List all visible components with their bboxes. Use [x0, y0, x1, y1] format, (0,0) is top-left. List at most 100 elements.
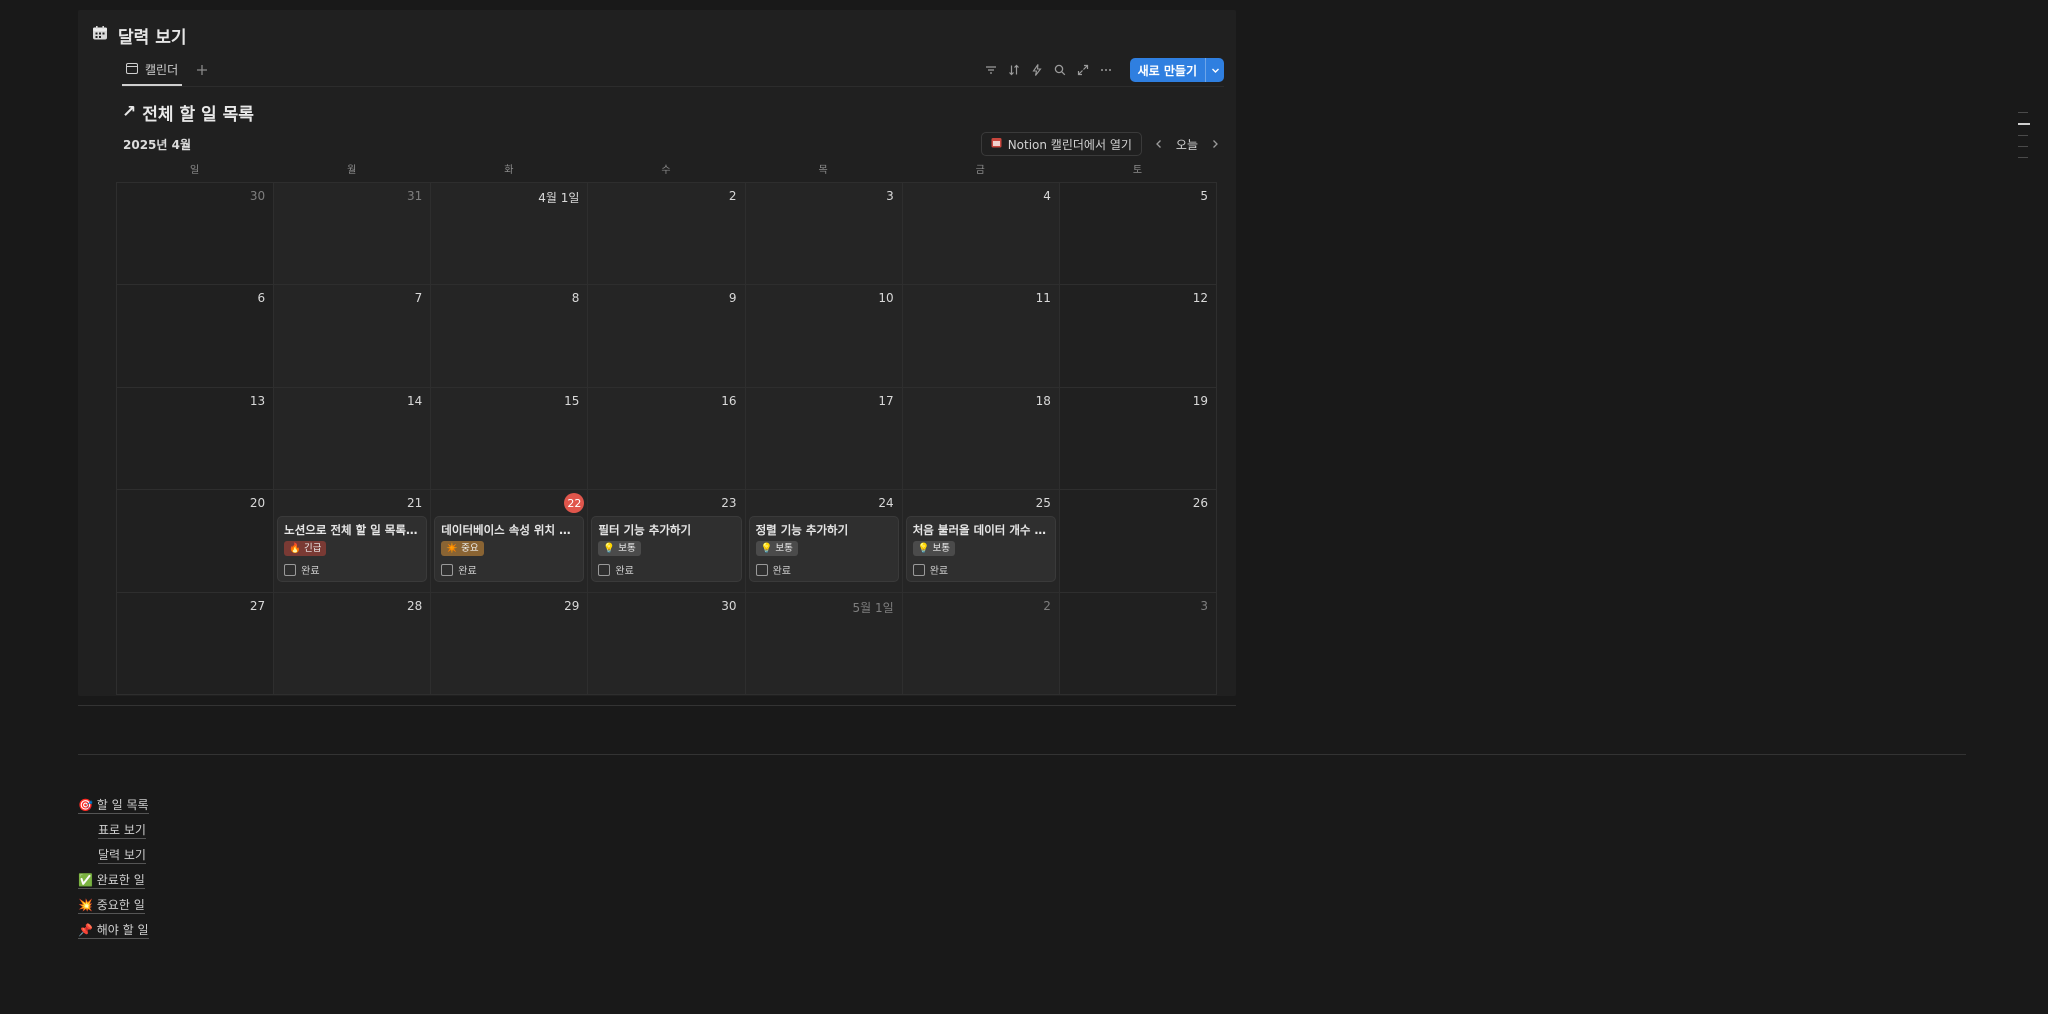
page-link-label: 달력 보기 [98, 847, 146, 864]
calendar-day-cell[interactable]: 4 [902, 183, 1060, 286]
calendar-day-cell[interactable]: 14 [274, 387, 432, 491]
done-checkbox[interactable]: 완료 [441, 562, 477, 578]
calendar-day-cell[interactable]: 24 정렬 기능 추가하기 💡 보통 완료 [745, 490, 903, 593]
outline-line[interactable] [2018, 112, 2028, 113]
calendar-day-cell[interactable]: 23 필터 기능 추가하기 💡 보통 완료 [588, 490, 746, 593]
day-number: 24 [878, 496, 894, 511]
done-checkbox[interactable]: 완료 [598, 562, 634, 578]
day-number: 28 [407, 598, 423, 613]
priority-tag: 💡 보통 [598, 541, 641, 557]
today-button[interactable]: 오늘 [1176, 136, 1198, 153]
calendar-day-cell[interactable]: 17 [745, 387, 903, 491]
month-label: 2025년 4월 [123, 138, 192, 152]
add-view-plus-icon[interactable] [194, 62, 210, 78]
today-day-number: 22 [564, 493, 585, 514]
calendar-day-cell[interactable]: 5 [1059, 183, 1217, 286]
calendar-icon [92, 25, 108, 46]
calendar-day-cell[interactable]: 21 노션으로 전체 할 일 목록 만... 🔥 긴급 완료 [274, 490, 432, 593]
event-title: 정렬 기능 추가하기 [755, 523, 849, 538]
page-link[interactable]: 💥 중요한 일 [78, 892, 149, 917]
lightning-icon[interactable] [1030, 63, 1044, 77]
calendar-panel: 달력 보기 캘린더 새로 만들기 ↗ 전체 할 일 목록 2025년 4월 No… [78, 10, 1236, 696]
done-checkbox[interactable]: 완료 [284, 562, 320, 577]
event-card[interactable]: 노션으로 전체 할 일 목록 만... 🔥 긴급 완료 [278, 517, 427, 582]
new-button[interactable]: 새로 만들기 [1129, 58, 1224, 82]
checkbox-square[interactable] [598, 563, 611, 576]
event-card[interactable]: 정렬 기능 추가하기 💡 보통 완료 [749, 517, 898, 582]
expand-icon[interactable] [1076, 63, 1090, 77]
done-checkbox[interactable]: 완료 [912, 562, 948, 577]
page-link[interactable]: 🎯 할 일 목록 [78, 792, 149, 817]
calendar-day-cell[interactable]: 6 [117, 285, 275, 388]
calendar-day-cell[interactable]: 8 [431, 285, 589, 388]
weekday-label: 금 [975, 165, 985, 176]
calendar-day-cell[interactable]: 13 [117, 387, 275, 491]
chevron-right-icon[interactable] [1208, 137, 1222, 151]
checkbox-label: 완료 [458, 566, 477, 578]
event-card[interactable]: 필터 기능 추가하기 💡 보통완료 [592, 517, 741, 582]
calendar-day-cell[interactable]: 18 [902, 387, 1060, 491]
chevron-left-icon[interactable] [1152, 137, 1166, 151]
tab-calendar[interactable]: 캘린더 [122, 54, 183, 86]
calendar-day-cell[interactable]: 30 [117, 183, 275, 286]
calendar-day-cell[interactable]: 2 [588, 183, 746, 286]
priority-tag: 🔥 긴급 [284, 541, 327, 557]
event-title: 필터 기능 추가하기 [598, 523, 692, 538]
outline-minimap[interactable] [2018, 112, 2032, 168]
calendar-day-cell[interactable]: 2 [902, 592, 1060, 695]
page-link[interactable]: ✅ 완료한 일 [78, 867, 149, 892]
view-toolbar: 캘린더 새로 만들기 [122, 54, 1224, 87]
event-card[interactable]: 데이터베이스 속성 위치 변... ✴️ 중요 완료 [435, 517, 584, 582]
outline-line[interactable] [2018, 146, 2028, 147]
day-number: 6 [257, 291, 266, 306]
page-link-label: 📌 해야 할 일 [78, 922, 149, 939]
calendar-day-cell[interactable]: 20 [117, 490, 275, 593]
more-icon[interactable] [1099, 63, 1113, 77]
divider [78, 754, 1966, 755]
event-card[interactable]: 처음 불러올 데이터 개수 지... 💡 보통 완료 [906, 517, 1055, 582]
chevron-down-icon[interactable] [1205, 58, 1224, 82]
filter-icon[interactable] [984, 63, 998, 77]
open-in-notion-calendar-button[interactable]: Notion 캘린더에서 열기 [980, 132, 1142, 156]
calendar-day-cell[interactable]: 25 처음 불러올 데이터 개수 지... 💡 보통 완료 [902, 490, 1060, 593]
page-link[interactable]: 📌 해야 할 일 [78, 917, 149, 942]
database-title[interactable]: ↗ 전체 할 일 목록 [122, 100, 254, 125]
page-link[interactable]: 달력 보기 [78, 842, 149, 867]
checkbox-square[interactable] [912, 563, 925, 576]
calendar-day-cell[interactable]: 11 [902, 285, 1060, 388]
calendar-day-cell[interactable]: 29 [431, 592, 589, 695]
day-number: 14 [407, 393, 423, 408]
calendar-day-cell[interactable]: 19 [1059, 387, 1217, 491]
calendar-day-cell[interactable]: 31 [274, 183, 432, 286]
done-checkbox[interactable]: 완료 [755, 562, 791, 577]
search-icon[interactable] [1053, 63, 1067, 77]
calendar-day-cell[interactable]: 3 [1059, 592, 1217, 695]
calendar-day-cell[interactable]: 5월 1일 [745, 592, 903, 695]
calendar-day-cell[interactable]: 22 데이터베이스 속성 위치 변... ✴️ 중요 완료 [431, 490, 589, 593]
checkbox-square[interactable] [284, 563, 297, 576]
calendar-day-cell[interactable]: 28 [274, 592, 432, 695]
page-link[interactable]: 표로 보기 [78, 817, 149, 842]
outline-line[interactable] [2018, 157, 2028, 158]
calendar-day-cell[interactable]: 27 [117, 592, 275, 695]
checkbox-label: 완료 [615, 566, 634, 578]
calendar-day-cell[interactable]: 10 [745, 285, 903, 388]
day-number: 13 [249, 393, 266, 408]
calendar-day-cell[interactable]: 9 [588, 285, 746, 388]
calendar-day-cell[interactable]: 16 [588, 387, 746, 491]
checkbox-square[interactable] [755, 563, 768, 576]
priority-tag: 💡 보통 [912, 541, 956, 557]
calendar-day-cell[interactable]: 30 [588, 592, 746, 695]
checkbox-square[interactable] [441, 563, 454, 576]
calendar-day-cell[interactable]: 26 [1059, 490, 1217, 593]
calendar-day-cell[interactable]: 7 [274, 285, 432, 388]
calendar-day-cell[interactable]: 12 [1059, 285, 1217, 388]
outline-line[interactable] [2018, 135, 2028, 136]
outline-line-active[interactable] [2018, 123, 2030, 125]
day-number: 17 [878, 393, 894, 408]
calendar-day-cell[interactable]: 15 [431, 387, 589, 491]
sort-icon[interactable] [1007, 63, 1021, 77]
calendar-day-cell[interactable]: 4월 1일 [431, 183, 589, 286]
weekday-label: 월 [347, 165, 357, 176]
calendar-day-cell[interactable]: 3 [745, 183, 903, 286]
